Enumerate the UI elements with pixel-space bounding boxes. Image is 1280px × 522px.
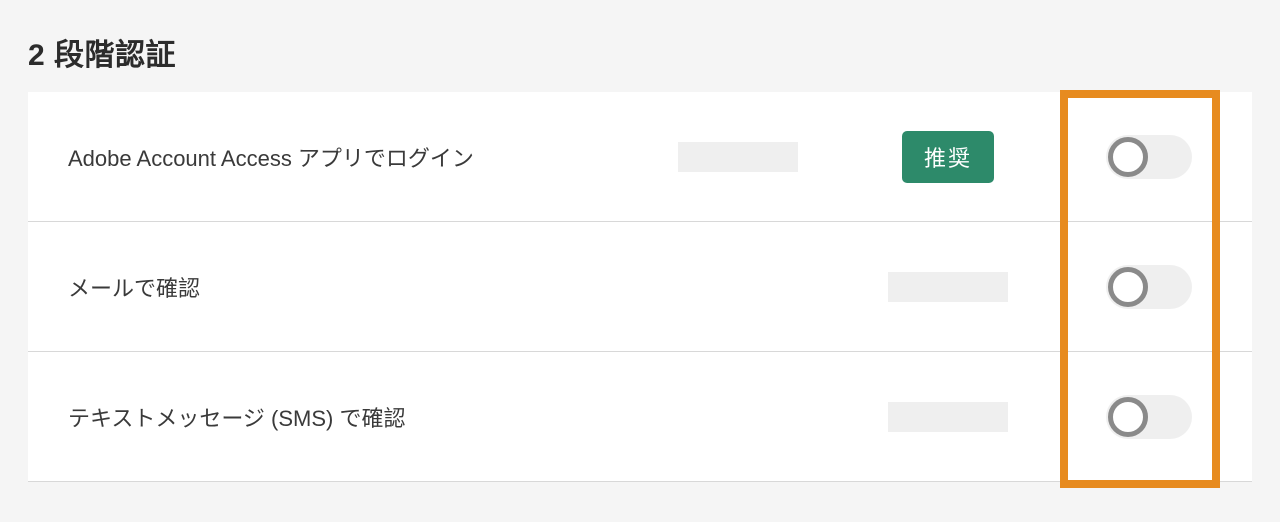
row-label: Adobe Account Access アプリでログイン (68, 141, 628, 173)
toggle-email-verification[interactable] (1106, 265, 1192, 309)
redacted-placeholder (678, 142, 798, 172)
recommended-badge: 推奨 (902, 131, 994, 183)
badge-column (848, 402, 1048, 432)
toggle-column (1048, 395, 1212, 439)
two-step-verification-section: 2 段階認証 Adobe Account Access アプリでログイン 推奨 … (0, 0, 1280, 522)
badge-column: 推奨 (848, 131, 1048, 183)
row-label: テキストメッセージ (SMS) で確認 (68, 401, 628, 433)
redacted-placeholder (888, 272, 1008, 302)
badge-column (848, 272, 1048, 302)
toggle-column (1048, 135, 1212, 179)
row-sms-verification: テキストメッセージ (SMS) で確認 (28, 352, 1252, 482)
toggle-knob-icon (1108, 397, 1148, 437)
toggle-column (1048, 265, 1212, 309)
toggle-adobe-account-access[interactable] (1106, 135, 1192, 179)
toggle-sms-verification[interactable] (1106, 395, 1192, 439)
section-title: 2 段階認証 (28, 30, 1252, 74)
row-adobe-account-access: Adobe Account Access アプリでログイン 推奨 (28, 92, 1252, 222)
placeholder-column (628, 142, 848, 172)
row-label: メールで確認 (68, 271, 628, 303)
row-email-verification: メールで確認 (28, 222, 1252, 352)
redacted-placeholder (888, 402, 1008, 432)
toggle-knob-icon (1108, 137, 1148, 177)
settings-panel: Adobe Account Access アプリでログイン 推奨 メールで確認 (28, 92, 1252, 482)
toggle-knob-icon (1108, 267, 1148, 307)
